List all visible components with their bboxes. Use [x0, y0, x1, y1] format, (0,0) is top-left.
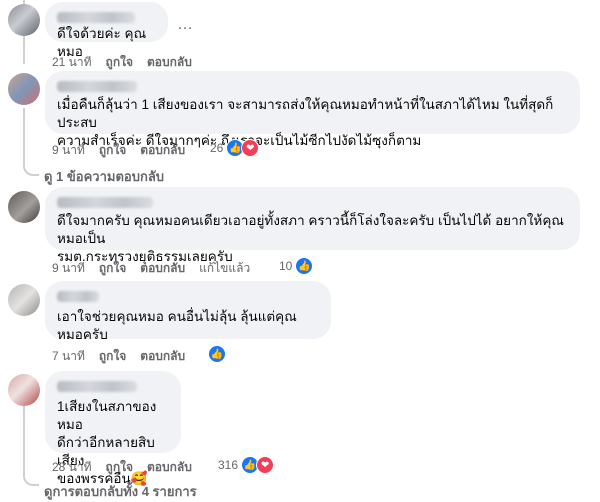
avatar[interactable] — [8, 191, 40, 223]
comment-text: เอาใจช่วยคุณหมอ คนอื่นไม่ลุ้น ลุ้นแต่คุณ… — [57, 309, 297, 342]
like-icon: 👍 — [208, 345, 226, 363]
comment-time[interactable]: 28 นาที — [52, 458, 92, 477]
like-icon: 👍 — [295, 257, 314, 275]
commenter-name-blurred[interactable] — [57, 381, 137, 392]
comment-time[interactable]: 21 นาที — [52, 53, 92, 72]
edited-label[interactable]: แก้ไขแล้ว — [199, 259, 250, 278]
commenter-name-blurred[interactable] — [57, 291, 99, 302]
like-button[interactable]: ถูกใจ — [106, 53, 133, 72]
comment-time[interactable]: 7 นาที — [52, 347, 85, 366]
reply-button[interactable]: ตอบกลับ — [147, 458, 192, 477]
comment-bubble: เมื่อคืนก็ลุ้นว่า 1 เสียงของเรา จะสามารถ… — [45, 71, 580, 148]
reaction-summary[interactable]: 26 👍 ❤ — [210, 139, 260, 157]
avatar[interactable] — [8, 4, 40, 36]
reaction-count: 26 — [210, 141, 224, 155]
commenter-name-blurred[interactable] — [57, 81, 137, 92]
more-options-icon[interactable]: … — [177, 16, 194, 34]
avatar[interactable] — [8, 73, 40, 105]
thread-elbow — [23, 460, 39, 486]
comment-actions: 28 นาที ถูกใจ ตอบกลับ — [52, 458, 192, 477]
reaction-summary[interactable]: 👍 — [208, 345, 226, 363]
like-button[interactable]: ถูกใจ — [99, 259, 126, 278]
view-replies-link[interactable]: ดู 1 ข้อความตอบกลับ — [44, 166, 164, 187]
reaction-summary[interactable]: 316 👍 ❤ — [218, 456, 275, 474]
avatar[interactable] — [8, 374, 40, 406]
comment-bubble: เอาใจช่วยคุณหมอ คนอื่นไม่ลุ้น ลุ้นแต่คุณ… — [45, 281, 331, 342]
comment-bubble: ดีใจด้วยค่ะ คุณหมอ — [45, 2, 168, 59]
reply-button[interactable]: ตอบกลับ — [147, 53, 192, 72]
comment-time[interactable]: 9 นาที — [52, 141, 85, 160]
view-all-replies-label: ดูการตอบกลับทั้ง 4 รายการ — [44, 484, 197, 499]
comment-actions: 9 นาที ถูกใจ ตอบกลับ — [52, 141, 185, 160]
avatar[interactable] — [8, 284, 40, 316]
view-all-replies-link[interactable]: ดูการตอบกลับทั้ง 4 รายการ — [44, 481, 197, 502]
reaction-count: 316 — [218, 458, 239, 472]
love-icon: ❤ — [256, 456, 275, 474]
like-button[interactable]: ถูกใจ — [99, 347, 126, 366]
reply-button[interactable]: ตอบกลับ — [140, 259, 185, 278]
like-button[interactable]: ถูกใจ — [106, 458, 133, 477]
comment-bubble: ดีใจมากครับ คุณหมอคนเดียวเอาอยู่ทั้งสภา … — [45, 187, 580, 264]
comment-time[interactable]: 9 นาที — [52, 259, 85, 278]
commenter-name-blurred[interactable] — [57, 197, 153, 208]
reaction-count: 10 — [279, 259, 293, 273]
comment-bubble: 1เสียงในสภาของหมอ ดีกว่าอีกหลายสิบเสียง … — [45, 371, 181, 486]
reply-button[interactable]: ตอบกลับ — [140, 347, 185, 366]
reply-button[interactable]: ตอบกลับ — [140, 141, 185, 160]
reaction-summary[interactable]: 10 👍 — [279, 257, 314, 275]
view-replies-label: ดู 1 ข้อความตอบกลับ — [44, 169, 165, 184]
commenter-name-blurred[interactable] — [57, 12, 135, 23]
comment-actions: 7 นาที ถูกใจ ตอบกลับ — [52, 347, 185, 366]
love-icon: ❤ — [241, 139, 260, 157]
comment-actions: 9 นาที ถูกใจ ตอบกลับ แก้ไขแล้ว — [52, 259, 250, 278]
like-button[interactable]: ถูกใจ — [99, 141, 126, 160]
thread-elbow — [23, 150, 39, 176]
comment-actions: 21 นาที ถูกใจ ตอบกลับ — [52, 53, 192, 72]
